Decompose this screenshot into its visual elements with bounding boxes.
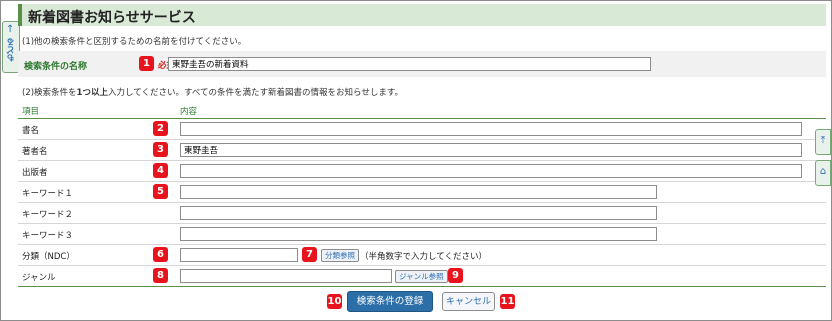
author-input[interactable]: [180, 143, 802, 157]
callout-9: 9: [448, 268, 463, 283]
keyword1-input[interactable]: [180, 185, 657, 199]
callout-6: 6: [153, 247, 168, 262]
callout-8: 8: [153, 268, 168, 283]
arrow-up-icon: ↑: [6, 24, 15, 35]
ndc-input[interactable]: [180, 248, 298, 262]
ndc-hint: （半角数字で入力してください）: [360, 252, 487, 262]
to-top-icon: ⤒: [820, 135, 826, 146]
callout-11: 11: [500, 294, 515, 309]
page-title-bar: 新着図書お知らせサービス: [18, 4, 826, 26]
col-content-header: 内容: [180, 107, 198, 117]
callout-1: 1: [139, 56, 154, 71]
row-keyword2-label: キーワード２: [22, 210, 74, 220]
row-keyword1-label: キーワード１: [22, 189, 74, 199]
callout-3: 3: [153, 142, 168, 157]
row-keyword3-label: キーワード３: [22, 231, 74, 241]
instruction-2: (2)検索条件を1つ以上入力してください。すべての条件を満たす新着図書の情報をお…: [22, 86, 403, 98]
row-keyword3: キーワード３: [18, 224, 826, 245]
keyword2-input[interactable]: [180, 206, 657, 220]
genre-input[interactable]: [180, 269, 392, 283]
ndc-lookup-button[interactable]: 分類参照: [321, 249, 359, 262]
row-author: 著者名 3: [18, 140, 826, 161]
callout-5: 5: [153, 184, 168, 199]
row-genre: ジャンル 8 ジャンル参照 9: [18, 266, 826, 287]
callout-7: 7: [302, 247, 317, 262]
condition-name-input[interactable]: [168, 57, 651, 71]
to-top-button[interactable]: ⤒: [815, 129, 831, 155]
keyword3-input[interactable]: [180, 227, 657, 241]
row-genre-label: ジャンル: [22, 273, 56, 283]
condition-name-row: 検索条件の名称 1 必須: [18, 51, 826, 77]
instruction-2-pre: (2)検索条件を: [22, 88, 77, 98]
instruction-1: (1)他の検索条件と区別するための名前を付けてください。: [22, 37, 247, 47]
row-title: 書名 2: [18, 119, 826, 140]
instruction-2-post: 入力してください。すべての条件を満たす新着図書の情報をお知らせします。: [107, 88, 404, 98]
home-button[interactable]: ⌂: [815, 160, 831, 186]
callout-2: 2: [153, 121, 168, 136]
publisher-input[interactable]: [180, 164, 802, 178]
row-title-label: 書名: [22, 126, 40, 136]
register-button[interactable]: 検索条件の登録: [347, 291, 433, 312]
table-header: 項目 内容: [18, 104, 826, 119]
back-tab-label: もどる: [6, 38, 15, 62]
row-keyword1: キーワード１ 5: [18, 182, 826, 203]
cancel-button[interactable]: キャンセル: [442, 292, 495, 311]
instruction-2-bold: 1つ以上: [76, 88, 108, 98]
callout-4: 4: [153, 163, 168, 178]
row-ndc: 分類（NDC） 6 7 分類参照 （半角数字で入力してください）: [18, 245, 826, 266]
page-title: 新着図書お知らせサービス: [28, 10, 196, 26]
col-item-header: 項目: [22, 107, 40, 117]
row-publisher: 出版者 4: [18, 161, 826, 182]
callout-10: 10: [327, 294, 342, 309]
condition-name-label: 検索条件の名称: [24, 62, 88, 72]
row-publisher-label: 出版者: [22, 168, 48, 178]
row-ndc-label: 分類（NDC）: [22, 252, 75, 262]
genre-lookup-button[interactable]: ジャンル参照: [395, 270, 448, 283]
row-keyword2: キーワード２: [18, 203, 826, 224]
row-author-label: 著者名: [22, 147, 48, 157]
title-input[interactable]: [180, 122, 802, 136]
home-icon: ⌂: [819, 166, 827, 177]
